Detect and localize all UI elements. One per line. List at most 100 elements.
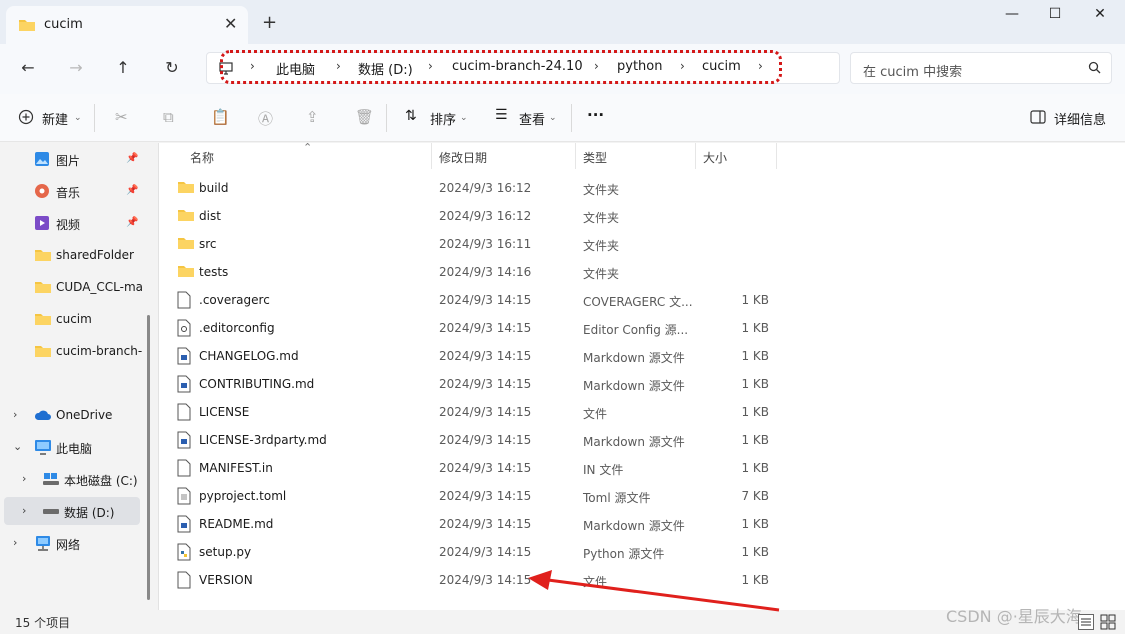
sidebar-item-cuda-ccl[interactable]: CUDA_CCL-ma — [0, 273, 150, 301]
watermark: CSDN @·星辰大海 — [946, 607, 1082, 626]
sidebar-item-network[interactable]: › 网络 — [0, 529, 150, 557]
close-window-button[interactable]: ✕ — [1078, 6, 1122, 28]
file-name: setup.py — [199, 545, 252, 559]
file-row[interactable]: setup.py 2024/9/3 14:15 Python 源文件 1 KB — [159, 538, 779, 566]
refresh-button[interactable]: ↻ — [160, 58, 184, 78]
file-icon — [177, 375, 193, 393]
pin-icon: 📌 — [126, 153, 139, 164]
folder-icon — [34, 311, 52, 330]
file-row[interactable]: LICENSE 2024/9/3 14:15 文件 1 KB — [159, 398, 779, 426]
sidebar-item-label: 视频 — [56, 218, 81, 232]
folder-icon — [34, 279, 52, 298]
file-row[interactable]: CHANGELOG.md 2024/9/3 14:15 Markdown 源文件 1 … — [159, 342, 779, 370]
file-type: Markdown 源文件 — [583, 435, 685, 449]
file-row[interactable]: dist 2024/9/3 16:12 文件夹 — [159, 202, 779, 230]
file-name: pyproject.toml — [199, 489, 287, 503]
chevron-down-icon[interactable]: ⌄ — [13, 440, 22, 453]
details-button[interactable]: 详细信息 — [1054, 109, 1106, 128]
chevron-right-icon[interactable]: › — [22, 472, 26, 485]
file-row[interactable]: LICENSE-3rdparty.md 2024/9/3 14:15 Markdow… — [159, 426, 779, 454]
file-type: Editor Config 源... — [583, 323, 689, 337]
view-toggle — [1078, 614, 1118, 632]
share-icon[interactable]: ⇪ — [306, 108, 319, 126]
file-size: 1 KB — [741, 461, 769, 475]
cut-icon[interactable]: ✂ — [115, 108, 128, 126]
file-row[interactable]: tests 2024/9/3 14:16 文件夹 — [159, 258, 779, 286]
file-size: 1 KB — [741, 349, 769, 363]
sidebar-item-label: 本地磁盘 (C:) — [64, 474, 138, 488]
tiles-view-icon[interactable] — [1100, 614, 1116, 633]
column-header-size[interactable]: 大小 — [703, 149, 727, 166]
file-row[interactable]: .editorconfig 2024/9/3 14:15 Editor Config… — [159, 314, 779, 342]
view-button[interactable]: 查看 — [519, 109, 545, 128]
maximize-button[interactable]: ☐ — [1033, 6, 1077, 28]
sidebar-item-onedrive[interactable]: › OneDrive — [0, 401, 150, 429]
file-icon — [177, 515, 193, 533]
details-pane-icon — [1030, 110, 1046, 127]
file-row[interactable]: src 2024/9/3 16:11 文件夹 — [159, 230, 779, 258]
forward-button[interactable]: → — [64, 58, 88, 78]
column-divider[interactable] — [776, 143, 777, 169]
column-header-type[interactable]: 类型 — [583, 149, 607, 166]
file-size: 7 KB — [741, 489, 769, 503]
new-tab-button[interactable]: + — [262, 12, 277, 33]
new-button[interactable]: 新建 — [42, 109, 68, 128]
sidebar-item-videos[interactable]: 视频 📌 — [0, 209, 150, 237]
sidebar-item-this-pc[interactable]: ⌄ 此电脑 — [0, 433, 150, 461]
folder-icon — [177, 207, 194, 225]
column-header-date[interactable]: 修改日期 — [439, 149, 487, 166]
file-name: src — [199, 237, 217, 251]
close-tab-icon[interactable]: ✕ — [224, 14, 237, 33]
search-box[interactable]: 在 cucim 中搜索 — [850, 52, 1112, 84]
sort-button[interactable]: 排序 — [430, 109, 456, 128]
paste-icon[interactable]: 📋 — [211, 108, 230, 126]
sidebar-item-drive-c[interactable]: › 本地磁盘 (C:) — [0, 465, 150, 493]
file-row[interactable]: README.md 2024/9/3 14:15 Markdown 源文件 1 KB — [159, 510, 779, 538]
column-header-name[interactable]: 名称 — [190, 149, 214, 166]
file-name: .coveragerc — [199, 293, 270, 307]
sidebar-item-drive-d[interactable]: › 数据 (D:) — [4, 497, 140, 525]
chevron-right-icon[interactable]: › — [13, 408, 17, 421]
folder-icon — [34, 343, 52, 362]
sidebar-item-cucim[interactable]: cucim — [0, 305, 150, 333]
sidebar-item-label: sharedFolder — [56, 248, 134, 262]
file-name: tests — [199, 265, 229, 279]
column-divider[interactable] — [695, 143, 696, 169]
sidebar-item-pictures[interactable]: 图片 📌 — [0, 145, 150, 173]
column-divider[interactable] — [431, 143, 432, 169]
tab-cucim[interactable]: cucim ✕ — [6, 6, 248, 44]
folder-icon — [177, 179, 194, 197]
details-view-icon[interactable] — [1078, 614, 1094, 633]
sidebar-item-cucim-branch[interactable]: cucim-branch- — [0, 337, 150, 365]
minimize-button[interactable]: — — [990, 6, 1034, 28]
up-button[interactable]: ↑ — [111, 58, 135, 78]
delete-icon[interactable]: 🗑 — [355, 108, 374, 126]
file-row[interactable]: VERSION 2024/9/3 14:15 文件 1 KB — [159, 566, 779, 594]
sidebar-item-label: OneDrive — [56, 408, 113, 422]
file-size: 1 KB — [741, 433, 769, 447]
search-input[interactable]: 在 cucim 中搜索 — [863, 61, 962, 80]
file-row[interactable]: .coveragerc 2024/9/3 14:15 COVERAGERC 文...… — [159, 286, 779, 314]
file-date: 2024/9/3 14:16 — [439, 265, 532, 279]
file-row[interactable]: MANIFEST.in 2024/9/3 14:15 IN 文件 1 KB — [159, 454, 779, 482]
column-divider[interactable] — [575, 143, 576, 169]
sidebar-item-music[interactable]: 音乐 📌 — [0, 177, 150, 205]
navigation-scrollbar[interactable] — [147, 315, 150, 600]
toolbar-divider — [94, 104, 95, 132]
file-icon — [177, 431, 193, 449]
file-type: 文件夹 — [583, 211, 620, 225]
command-bar: 新建 ⌄ ✂ ⧉ 📋 Ⓐ ⇪ 🗑 ⇅ 排序 ⌄ ☰ 查看 ⌄ ··· 详细信息 — [0, 94, 1125, 142]
copy-icon[interactable]: ⧉ — [163, 108, 174, 126]
file-row[interactable]: pyproject.toml 2024/9/3 14:15 Toml 源文件 7 KB — [159, 482, 779, 510]
rename-icon[interactable]: Ⓐ — [258, 108, 273, 129]
file-row[interactable]: CONTRIBUTING.md 2024/9/3 14:15 Markdown 源文… — [159, 370, 779, 398]
file-row[interactable]: build 2024/9/3 16:12 文件夹 — [159, 174, 779, 202]
more-options-button[interactable]: ··· — [587, 106, 604, 124]
sidebar-item-label: cucim — [56, 312, 92, 326]
chevron-right-icon[interactable]: › — [22, 504, 26, 517]
sidebar-item-sharedfolder[interactable]: sharedFolder — [0, 241, 150, 269]
back-button[interactable]: ← — [16, 58, 40, 78]
file-date: 2024/9/3 14:15 — [439, 517, 532, 531]
chevron-right-icon[interactable]: › — [13, 536, 17, 549]
file-date: 2024/9/3 16:12 — [439, 181, 532, 195]
